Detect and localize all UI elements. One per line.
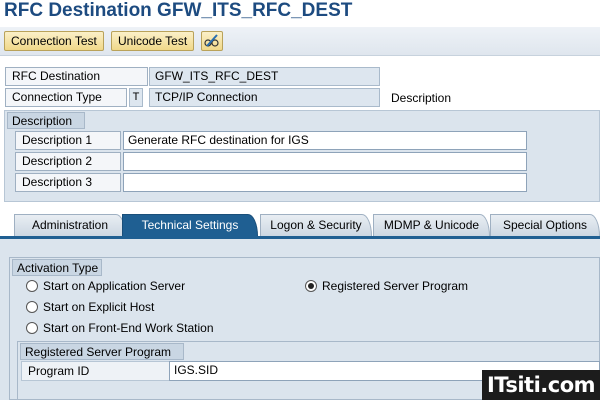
description-group: Description Description 1 Generate RFC d… [4, 110, 600, 202]
tab-mdmp-unicode[interactable]: MDMP & Unicode [373, 214, 490, 236]
radio-button-selected-icon[interactable] [305, 280, 317, 292]
tab-logon-security[interactable]: Logon & Security [260, 214, 372, 236]
registered-server-program-title: Registered Server Program [20, 343, 184, 360]
connection-type-field[interactable]: TCP/IP Connection [149, 88, 380, 107]
activation-type-title: Activation Type [12, 259, 102, 276]
watermark-logo: ITsiti.com [482, 370, 600, 400]
connection-type-code[interactable]: T [129, 88, 143, 107]
tab-administration[interactable]: Administration [14, 214, 126, 236]
description-label: Description [391, 91, 452, 105]
description-1-input[interactable]: Generate RFC destination for IGS [123, 131, 527, 150]
description-3-label: Description 3 [15, 173, 121, 192]
rfc-destination-field[interactable]: GFW_ITS_RFC_DEST [149, 67, 380, 86]
connection-test-button[interactable]: Connection Test [4, 31, 104, 51]
radio-registered-server-program-label: Registered Server Program [322, 279, 469, 293]
radio-explicit-host-label: Start on Explicit Host [43, 300, 155, 314]
description-2-input[interactable] [123, 152, 527, 171]
description-2-label: Description 2 [15, 152, 121, 171]
toolbar: Connection Test Unicode Test [0, 27, 600, 56]
tab-strip: Administration Technical Settings Logon … [0, 214, 600, 236]
connection-type-label: Connection Type [5, 88, 127, 107]
pencil-glasses-icon-svg [204, 34, 219, 47]
radio-button-icon[interactable] [26, 301, 38, 313]
description-group-title: Description [7, 112, 85, 129]
radio-application-server-label: Start on Application Server [43, 279, 186, 293]
page-title: RFC Destination GFW_ITS_RFC_DEST [4, 0, 353, 21]
radio-front-end-work-station-label: Start on Front-End Work Station [43, 321, 214, 335]
description-3-input[interactable] [123, 173, 527, 192]
pencil-glasses-icon[interactable] [201, 31, 223, 51]
radio-button-icon[interactable] [26, 280, 38, 292]
description-1-label: Description 1 [15, 131, 121, 150]
tab-special-options[interactable]: Special Options [490, 214, 600, 236]
radio-button-icon[interactable] [26, 322, 38, 334]
program-id-label: Program ID [21, 361, 171, 381]
tab-technical-settings[interactable]: Technical Settings [122, 214, 258, 236]
header-area: RFC Destination GFW_ITS_RFC_DEST Connect… [0, 57, 600, 109]
unicode-test-button[interactable]: Unicode Test [111, 31, 195, 51]
rfc-destination-label: RFC Destination [5, 67, 148, 86]
